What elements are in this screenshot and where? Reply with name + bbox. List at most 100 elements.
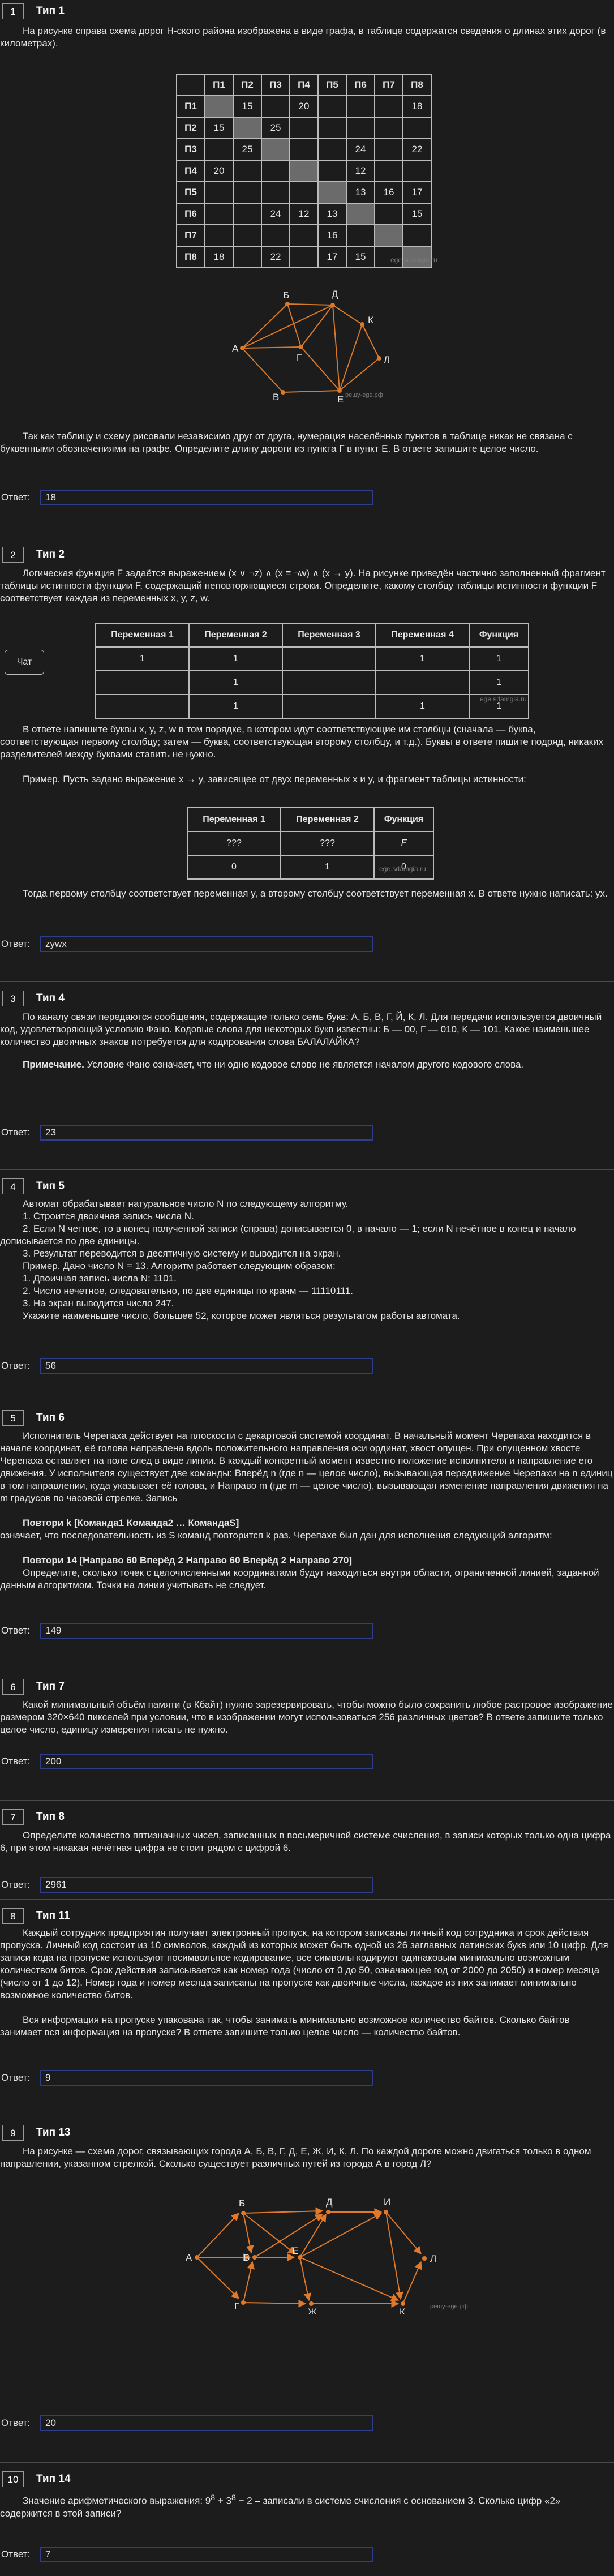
table-row: 111 [95,694,529,719]
table-cell [317,138,347,161]
table-header: П5 [317,74,347,96]
exponent: 8 [211,2493,216,2502]
task-1-answer-input[interactable] [40,490,373,505]
task-8-text-2: Вся информация на пропуске упакована так… [0,2014,570,2038]
table-cell [233,203,262,225]
task-9-number: 9 [2,2125,24,2141]
table-cell [261,181,290,204]
row-header: П5 [176,181,205,204]
table-cell [289,224,319,247]
answer-label: Ответ: [1,1756,31,1767]
table-cell: 0 [187,855,281,880]
answer-label: Ответ: [1,2072,31,2083]
table-cell [261,160,290,182]
task-4-number: 4 [2,1178,24,1194]
table-cell [233,160,262,182]
table-cell [374,160,403,182]
task-6-title: Тип 7 [36,1681,65,1692]
table-cell [374,117,403,139]
table-cell [204,95,234,118]
graph-node-label: В [273,392,279,402]
table-cell: 18 [402,95,432,118]
graph-node-label: К [368,315,373,325]
chat-button[interactable]: Чат [5,650,44,675]
task-2-answer-input[interactable] [40,936,373,952]
graph-node-label: Е [337,394,344,405]
table-cell: 1 [95,646,190,671]
table-row: 11 [95,670,529,695]
task-3-answer-input[interactable] [40,1125,373,1141]
table-cell: 1 [280,855,375,880]
table-cell [289,138,319,161]
table-header: П3 [261,74,290,96]
graph-node-label: Г [234,2301,239,2312]
task-4-answer-input[interactable] [40,1358,373,1374]
task-7-answer-input[interactable] [40,1877,373,1893]
table-cell [233,181,262,204]
graph-node-label: Б [239,2198,245,2209]
task-5-answer-input[interactable] [40,1623,373,1639]
answer-label: Ответ: [1,1127,31,1138]
algorithm-line: 2. Число нечетное, следовательно, по две… [23,1285,353,1296]
task-2-text: Логическая функция F задаётся выражением… [0,568,606,603]
watermark: решу-ege.рф [430,2303,468,2310]
table-cell: 22 [261,246,290,268]
row-header: П4 [176,160,205,182]
exponent: 8 [231,2493,236,2502]
task-8-title: Тип 11 [36,1910,70,1922]
watermark: решу-ege.рф [345,392,383,398]
table-cell: 15 [402,203,432,225]
task-9-directed-graph: А Б В Г Д Е Ж И К Л решу-ege.рф [186,2197,468,2314]
graph-node-label: Д [326,2197,333,2208]
task-4-algorithm: Автомат обрабатывает натуральное число N… [0,1198,614,1322]
task-3-number: 3 [2,991,24,1006]
table-cell: 24 [261,203,290,225]
task-2-truth-table: Переменная 1 Переменная 2 Переменная 3 П… [95,623,529,719]
divider [0,2462,614,2463]
table-cell: F [373,831,434,856]
row-header: П7 [176,224,205,247]
table-cell: 20 [204,160,234,182]
table-cell [402,117,432,139]
table-cell [289,246,319,268]
task-5-text-3: Определите, сколько точек с целочисленны… [0,1567,599,1591]
graph-node-label: Л [384,354,390,365]
table-cell [402,224,432,247]
task-5-text: Исполнитель Черепаха действует на плоско… [0,1430,613,1503]
table-cell [204,203,234,225]
table-cell: 25 [233,138,262,161]
row-header: П8 [176,246,205,268]
text-part: Значение арифметического выражения: 9 [23,2495,211,2506]
divider [0,981,614,982]
table-cell: 13 [346,181,375,204]
graph-node-label: Е [292,2245,298,2256]
task-8-answer-input[interactable] [40,2070,373,2086]
graph-node-label: Б [283,290,289,301]
table-cell: 1 [375,694,470,719]
task-10-answer-input[interactable] [40,2547,373,2562]
table-cell [374,95,403,118]
table-header: Переменная 1 [95,623,190,648]
graph-node-label: К [400,2307,405,2314]
task-6-answer-input[interactable] [40,1754,373,1769]
task-1-text-2: Так как таблицу и схему рисовали независ… [0,431,573,454]
table-cell [346,117,375,139]
table-header: Переменная 1 [187,807,281,832]
table-cell: 20 [289,95,319,118]
table-cell: 1 [188,670,283,695]
task-4-title: Тип 5 [36,1180,65,1192]
graph-node-label: Л [430,2253,436,2264]
table-cell [374,224,403,247]
note-label: Примечание. [23,1059,84,1070]
graph-node-label: В [243,2252,250,2263]
table-cell: 15 [233,95,262,118]
algorithm-line: Пример. Дано число N = 13. Алгоритм рабо… [23,1261,336,1271]
task-6-number: 6 [2,1679,24,1695]
task-9-answer-input[interactable] [40,2415,373,2431]
table-cell: 17 [402,181,432,204]
table-cell [289,181,319,204]
table-header: П8 [402,74,432,96]
divider [0,1899,614,1900]
table-cell [289,160,319,182]
watermark: ege.sdamgia.ru [480,695,527,703]
